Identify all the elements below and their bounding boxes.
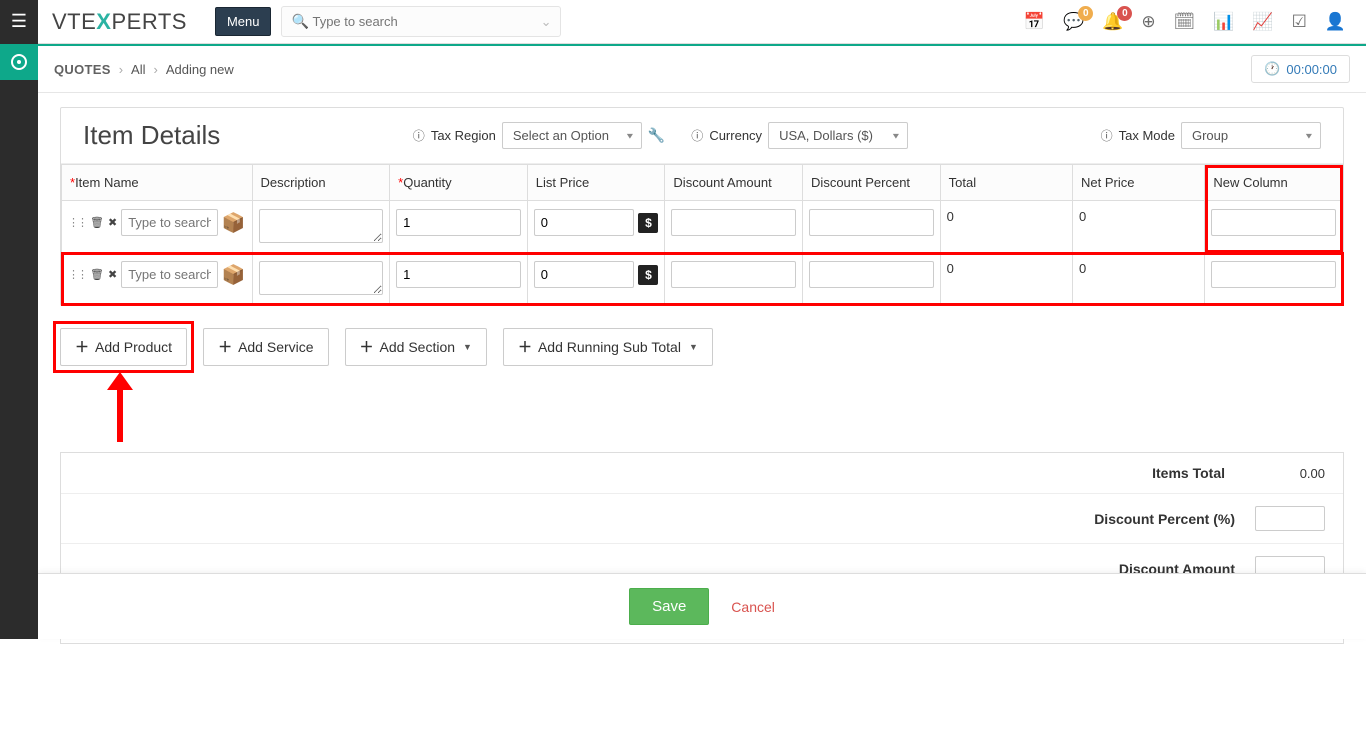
user-icon[interactable]: 👤 bbox=[1325, 12, 1346, 32]
net-price-cell: 0 bbox=[1073, 201, 1205, 253]
list-price-input[interactable] bbox=[534, 209, 635, 236]
panel-title: Item Details bbox=[83, 120, 220, 151]
discount-amount-input[interactable] bbox=[671, 209, 796, 236]
menu-button[interactable]: Menu bbox=[215, 7, 272, 36]
item-details-panel: Item Details ⓘ Tax Region Select an Opti… bbox=[60, 107, 1344, 306]
breadcrumb-current: Adding new bbox=[166, 62, 234, 77]
info-icon: ⓘ bbox=[691, 127, 703, 144]
footer-bar: Save Cancel bbox=[38, 573, 1366, 639]
timer-widget[interactable]: 🕐 00:00:00 bbox=[1251, 55, 1350, 83]
bar-chart-icon[interactable]: 📊 bbox=[1213, 12, 1234, 32]
total-cell: 0 bbox=[940, 201, 1072, 253]
item-name-input[interactable] bbox=[121, 261, 218, 288]
description-input[interactable] bbox=[259, 209, 384, 243]
header-item-name: Item Name bbox=[75, 175, 139, 190]
top-bar: ☰ VTEXPERTS Menu 🔍 ⌄ 📅 💬0 🔔0 ⊕ 🗓 📊 📈 ☑ 👤 bbox=[0, 0, 1366, 44]
info-icon: ⓘ bbox=[413, 127, 425, 144]
bell-icon[interactable]: 🔔0 bbox=[1102, 12, 1123, 32]
tax-region-label: Tax Region bbox=[431, 128, 496, 143]
annotation-arrow bbox=[105, 372, 135, 442]
bell-badge: 0 bbox=[1117, 6, 1132, 21]
currency-label: Currency bbox=[709, 128, 762, 143]
table-header-row: *Item Name Description *Quantity List Pr… bbox=[62, 165, 1343, 201]
plus-circle-icon[interactable]: ⊕ bbox=[1141, 12, 1155, 32]
sidebar-target-icon[interactable] bbox=[0, 44, 38, 80]
description-input[interactable] bbox=[259, 261, 384, 295]
annotation-box: ＋Add Product bbox=[56, 324, 191, 370]
breadcrumb: QUOTES › All › Adding new bbox=[54, 62, 234, 77]
add-product-button[interactable]: ＋Add Product bbox=[60, 328, 187, 366]
items-total-value: 0.00 bbox=[1245, 466, 1325, 481]
add-section-button[interactable]: ＋Add Section▼ bbox=[345, 328, 487, 366]
trash-icon[interactable]: 🗑 bbox=[90, 216, 104, 229]
header-quantity: Quantity bbox=[403, 175, 451, 190]
clear-icon[interactable]: ✖ bbox=[108, 268, 117, 281]
table-row: ⋮⋮ 🗑 ✖ 📦 $ 0 0 bbox=[62, 201, 1343, 253]
header-new-column: New Column bbox=[1205, 165, 1343, 201]
cancel-button[interactable]: Cancel bbox=[731, 599, 775, 615]
new-column-input[interactable] bbox=[1211, 261, 1336, 288]
product-lookup-icon[interactable]: 📦 bbox=[222, 263, 246, 287]
tax-mode-select[interactable]: Group bbox=[1181, 122, 1321, 149]
trash-icon[interactable]: 🗑 bbox=[90, 268, 104, 281]
sidebar bbox=[0, 44, 38, 639]
new-column-input[interactable] bbox=[1211, 209, 1336, 236]
product-lookup-icon[interactable]: 📦 bbox=[222, 211, 246, 235]
tax-region-select[interactable]: Select an Option bbox=[502, 122, 642, 149]
checkbox-icon[interactable]: ☑ bbox=[1292, 12, 1307, 32]
discount-percent-label: Discount Percent (%) bbox=[1094, 511, 1235, 527]
discount-percent-input[interactable] bbox=[809, 209, 934, 236]
discount-percent-input[interactable] bbox=[809, 261, 934, 288]
quantity-input[interactable] bbox=[396, 261, 521, 288]
header-description: Description bbox=[252, 165, 390, 201]
caret-down-icon: ▼ bbox=[463, 342, 472, 352]
info-icon: ⓘ bbox=[1101, 127, 1113, 144]
breadcrumb-all[interactable]: All bbox=[131, 62, 145, 77]
calendar-icon[interactable]: 🗓 bbox=[1174, 12, 1196, 32]
chevron-right-icon: › bbox=[154, 62, 158, 77]
clock-icon: 🕐 bbox=[1264, 61, 1280, 77]
items-total-label: Items Total bbox=[1152, 465, 1225, 481]
add-running-subtotal-button[interactable]: ＋Add Running Sub Total▼ bbox=[503, 328, 713, 366]
price-book-icon[interactable]: $ bbox=[638, 265, 658, 285]
timer-value: 00:00:00 bbox=[1286, 62, 1337, 77]
search-icon: 🔍 bbox=[291, 13, 308, 30]
drag-handle-icon[interactable]: ⋮⋮ bbox=[68, 268, 86, 281]
list-price-input[interactable] bbox=[534, 261, 635, 288]
wrench-icon[interactable]: 🔧 bbox=[648, 127, 665, 144]
add-service-button[interactable]: ＋Add Service bbox=[203, 328, 328, 366]
discount-percent-input[interactable] bbox=[1255, 506, 1325, 531]
item-name-input[interactable] bbox=[121, 209, 218, 236]
header-total: Total bbox=[940, 165, 1072, 201]
header-net-price: Net Price bbox=[1073, 165, 1205, 201]
breadcrumb-module[interactable]: QUOTES bbox=[54, 62, 111, 77]
search-clear-icon[interactable]: ⌄ bbox=[541, 14, 552, 30]
header-discount-percent: Discount Percent bbox=[803, 165, 941, 201]
item-table: *Item Name Description *Quantity List Pr… bbox=[61, 164, 1343, 305]
chevron-right-icon: › bbox=[119, 62, 123, 77]
currency-select[interactable]: USA, Dollars ($) bbox=[768, 122, 908, 149]
chat-icon[interactable]: 💬0 bbox=[1063, 12, 1084, 32]
total-cell: 0 bbox=[940, 253, 1072, 305]
header-discount-amount: Discount Amount bbox=[665, 165, 803, 201]
save-button[interactable]: Save bbox=[629, 588, 709, 625]
chat-badge: 0 bbox=[1078, 6, 1093, 21]
page-bar: QUOTES › All › Adding new 🕐 00:00:00 bbox=[38, 44, 1366, 93]
tax-mode-label: Tax Mode bbox=[1119, 128, 1175, 143]
net-price-cell: 0 bbox=[1073, 253, 1205, 305]
logo: VTEXPERTS bbox=[38, 9, 201, 35]
discount-amount-input[interactable] bbox=[671, 261, 796, 288]
quantity-input[interactable] bbox=[396, 209, 521, 236]
header-list-price: List Price bbox=[527, 165, 665, 201]
area-chart-icon[interactable]: 📈 bbox=[1252, 12, 1273, 32]
price-book-icon[interactable]: $ bbox=[638, 213, 658, 233]
table-row: ⋮⋮ 🗑 ✖ 📦 $ 0 0 bbox=[62, 253, 1343, 305]
clear-icon[interactable]: ✖ bbox=[108, 216, 117, 229]
hamburger-menu-icon[interactable]: ☰ bbox=[0, 0, 38, 44]
caret-down-icon: ▼ bbox=[689, 342, 698, 352]
calendar-check-icon[interactable]: 📅 bbox=[1024, 12, 1045, 32]
global-search-input[interactable] bbox=[281, 6, 561, 37]
drag-handle-icon[interactable]: ⋮⋮ bbox=[68, 216, 86, 229]
